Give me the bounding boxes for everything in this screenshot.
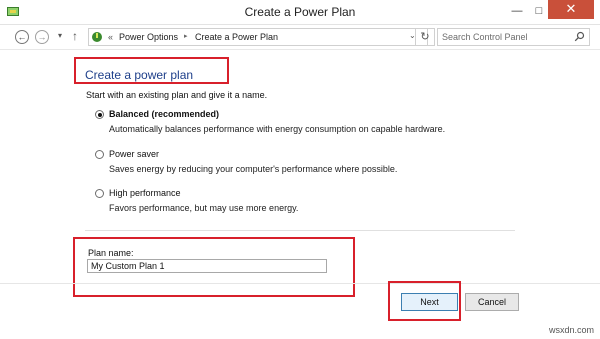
- search-box[interactable]: [437, 28, 590, 46]
- forward-button[interactable]: →: [35, 30, 49, 44]
- breadcrumb-arrow-icon[interactable]: ▸: [184, 32, 188, 40]
- plan-description-high-performance: Favors performance, but may use more ene…: [109, 203, 299, 213]
- address-overflow-chevron[interactable]: «: [108, 32, 113, 42]
- plan-label-high-performance[interactable]: High performance: [109, 188, 181, 198]
- intro-text: Start with an existing plan and give it …: [86, 90, 268, 100]
- balanced-radio[interactable]: [95, 110, 104, 119]
- title-bar: Create a Power Plan — □ ✕: [0, 0, 600, 25]
- footer-divider: [0, 283, 600, 284]
- recent-locations-button[interactable]: ▾: [58, 31, 62, 40]
- up-button[interactable]: ↑: [72, 29, 78, 43]
- back-button[interactable]: ←: [15, 30, 29, 44]
- section-divider: [85, 230, 515, 231]
- plan-label-balanced[interactable]: Balanced (recommended): [109, 109, 219, 119]
- plan-name-label: Plan name:: [88, 248, 134, 258]
- plan-description-power-saver: Saves energy by reducing your computer's…: [109, 164, 398, 174]
- power-saver-radio[interactable]: [95, 150, 104, 159]
- breadcrumb-power-options[interactable]: Power Options: [119, 32, 178, 42]
- plan-description-balanced: Automatically balances performance with …: [109, 124, 446, 134]
- address-field[interactable]: « Power Options ▸ Create a Power Plan ⌄: [88, 28, 428, 46]
- search-input[interactable]: [442, 31, 567, 43]
- power-options-icon: [92, 32, 102, 42]
- close-button[interactable]: ✕: [548, 0, 594, 19]
- watermark-text: wsxdn.com: [548, 325, 594, 335]
- plan-label-power-saver[interactable]: Power saver: [109, 149, 159, 159]
- plan-name-input[interactable]: [87, 259, 327, 273]
- main-content: Create a power plan Start with an existi…: [0, 50, 600, 339]
- refresh-button[interactable]: ↻: [415, 28, 435, 46]
- high-performance-radio[interactable]: [95, 189, 104, 198]
- page-title: Create a power plan: [85, 68, 194, 82]
- breadcrumb-create-power-plan[interactable]: Create a Power Plan: [195, 32, 278, 42]
- minimize-button[interactable]: —: [509, 4, 525, 18]
- cancel-button[interactable]: Cancel: [465, 293, 519, 311]
- next-button[interactable]: Next: [401, 293, 458, 311]
- address-bar-row: ← → ▾ ↑ « Power Options ▸ Create a Power…: [0, 25, 600, 50]
- maximize-button[interactable]: □: [531, 4, 547, 18]
- search-icon[interactable]: [574, 31, 585, 42]
